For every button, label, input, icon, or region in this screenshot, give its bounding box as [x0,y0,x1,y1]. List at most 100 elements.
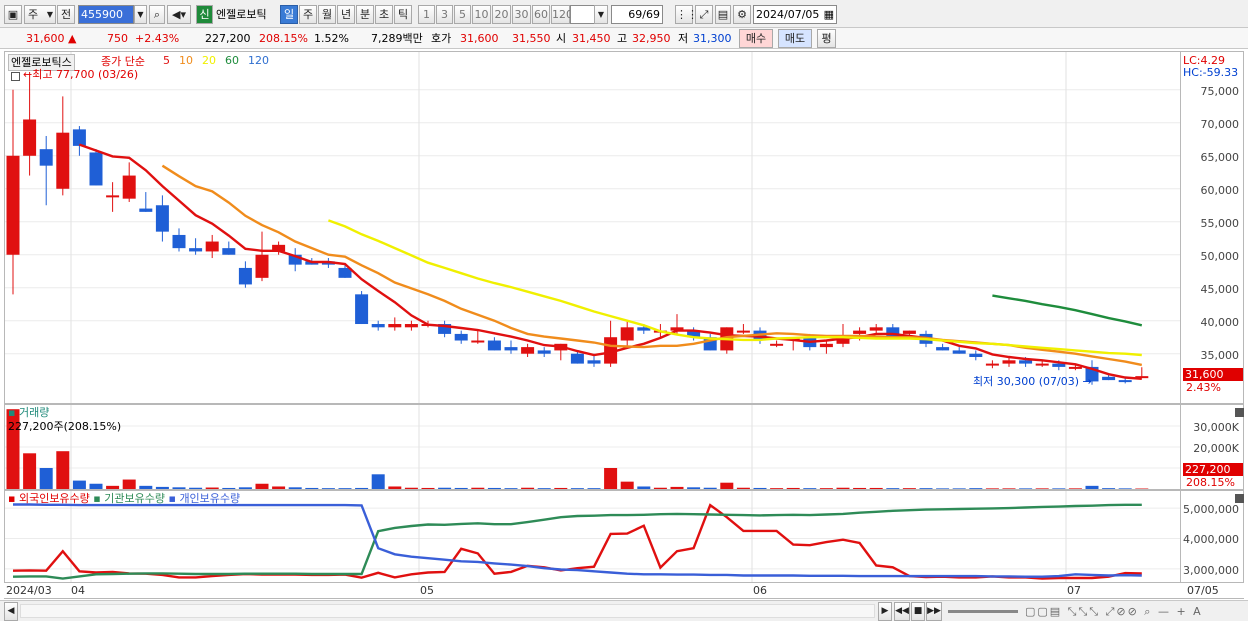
ma-legend-10[interactable]: 10 [179,54,193,67]
holding-pane[interactable]: ▪ 외국인보유수량 ▪ 기관보유수량 ▪ 개인보유수량 [4,490,1181,583]
stock-code-input[interactable]: 455900 [78,5,134,24]
period-button-0[interactable]: 일 [280,5,298,24]
candle-body [537,350,551,354]
volume-bar [404,487,418,489]
volume-pane[interactable]: ▪ 거래량 227,200주(208.15%) [4,404,1181,490]
candle-body [23,119,37,156]
volume-bar [56,451,70,489]
candle-body [1118,380,1132,383]
interval-button-3[interactable]: 10 [472,5,491,24]
interval-button-5[interactable]: 30 [512,5,531,24]
drawing-tools[interactable]: ▢▢▤ ⤡⤡⤡ ⤢⊘⊘ ⌕ — + A [1025,604,1203,619]
volume-bar [106,485,120,489]
candle-body [952,350,966,354]
interval-button-6[interactable]: 60 [532,5,550,24]
period-button-3[interactable]: 년 [337,5,355,24]
code-dropdown-icon[interactable]: ▼ [134,5,147,24]
close-icon[interactable] [1235,408,1244,417]
hc-value: HC:-59.33 [1183,66,1239,79]
x-label-may: 05 [420,584,434,597]
period-week-dropdown[interactable]: 주 ▼ [24,5,56,24]
volume-bar [637,486,651,489]
ask-price: 31,600 [460,32,499,45]
quote-bar: 31,600 ▲ 750 +2.43% 227,200 208.15% 1.52… [0,28,1248,49]
quote-price: 31,600 ▲ [26,32,77,45]
period-button-4[interactable]: 분 [356,5,374,24]
draw-tool-icon[interactable]: ⤢ [695,5,713,24]
eval-button[interactable]: 평 [817,29,836,48]
price-pane[interactable]: 엔젤로보틱스 종가 단순 5 10 20 60 120 ←최고 77,700 (03/2… [4,51,1181,404]
stop-icon[interactable]: ■ [911,602,925,621]
axis-tick: 50,000 [1200,249,1240,263]
period-button-1[interactable]: 주 [299,5,317,24]
low-price: 31,300 [693,32,732,45]
volume-bar [321,488,335,489]
scroll-right-icon[interactable]: ▶ [878,602,892,621]
volume-title: ▪ 거래량 [8,406,50,419]
legend-foreign: ▪ 외국인보유수량 [8,492,90,505]
data-count-input[interactable]: 69/69 [611,5,663,24]
save-icon[interactable]: ▤ [715,5,731,24]
volume-bar [902,488,916,489]
volume-bar [23,453,37,489]
volume-bar [736,487,750,489]
interval-button-2[interactable]: 5 [454,5,471,24]
speaker-icon[interactable]: ◀▾ [167,5,191,24]
ma-legend-20[interactable]: 20 [202,54,216,67]
volume-bar [753,487,767,489]
ma-legend-120[interactable]: 120 [248,54,269,67]
volume-bar [1102,488,1116,489]
interval-button-7[interactable]: 120 [551,5,573,24]
date-input[interactable]: 2024/07/05 ▦ [753,5,837,24]
period-button-5[interactable]: 초 [375,5,393,24]
x-axis [4,583,1244,599]
candle-body [388,324,402,328]
interval-button-4[interactable]: 20 [492,5,511,24]
candle-body [404,324,418,328]
table-icon[interactable] [11,72,20,81]
sell-button[interactable]: 매도 [778,29,812,48]
scroll-left-icon[interactable]: ◀ [4,602,18,621]
ma-legend-60[interactable]: 60 [225,54,239,67]
bid-price: 31,550 [512,32,551,45]
search-icon[interactable]: ⌕ [149,5,165,24]
open-label: 시 [556,32,567,45]
axis-tick: 75,000 [1200,84,1240,98]
interval-button-1[interactable]: 3 [436,5,453,24]
x-label-start: 2024/03 [6,584,52,597]
axis-tick: 3,000,000 [1183,563,1239,577]
volume-bar [919,488,933,489]
max-note: ←최고 77,700 (03/26) [23,68,139,81]
rewind-icon[interactable]: ◀◀ [894,602,910,621]
volume-bar [869,487,883,489]
candle-body [936,347,950,351]
fast-forward-icon[interactable]: ▶▶ [926,602,942,621]
chart-type-icon[interactable]: ⋮⋮ [675,5,698,24]
close-icon[interactable] [1235,494,1244,503]
interval-dropdown-icon[interactable]: ▼ [594,5,608,24]
candle-body [355,294,369,325]
volume-chart [5,405,1180,489]
volume-bar [952,488,966,489]
candle-body [72,129,86,146]
ma-legend-5[interactable]: 5 [163,54,170,67]
zoom-slider[interactable] [948,610,1018,613]
volume-bar [1002,488,1016,489]
gear-icon[interactable]: ⚙ [733,5,751,24]
period-button-2[interactable]: 월 [318,5,336,24]
buy-button[interactable]: 매수 [739,29,773,48]
bid-label: 호가 [431,32,452,45]
interval-button-0[interactable]: 1 [418,5,435,24]
holding-legend: ▪ 외국인보유수량 ▪ 기관보유수량 ▪ 개인보유수량 [8,491,240,506]
candle-body [6,155,20,255]
volume-bar [89,483,103,489]
horizontal-scrollbar[interactable] [20,604,875,618]
prev-button[interactable]: 전 [57,5,75,24]
candle-body [155,205,169,232]
window-menu-icon[interactable]: ▣ [4,5,22,24]
candle-body [869,327,883,331]
last-price-pct: 2.43% [1186,381,1221,394]
volume-bar [670,486,684,489]
calendar-icon[interactable]: ▦ [824,6,834,23]
period-button-6[interactable]: 틱 [394,5,412,24]
